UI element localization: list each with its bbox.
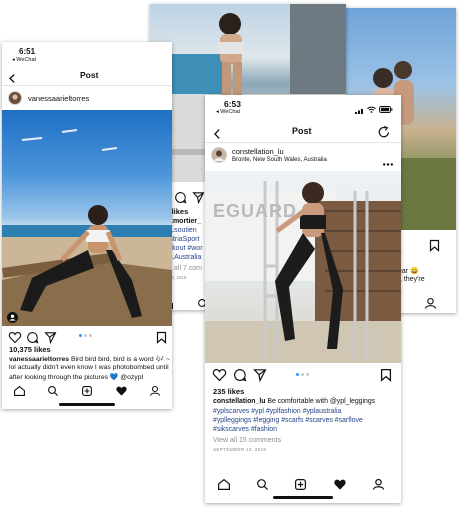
post-photo-art bbox=[205, 181, 401, 363]
new-post-icon[interactable] bbox=[82, 383, 92, 401]
bookmark-icon[interactable] bbox=[429, 238, 440, 256]
search-icon[interactable] bbox=[48, 383, 58, 401]
post-photo[interactable] bbox=[2, 110, 172, 326]
caption-line: lol actually didn't even know I was phot… bbox=[9, 364, 169, 371]
photo-sign-text: EGUARD bbox=[213, 201, 298, 221]
refresh-icon[interactable] bbox=[378, 125, 390, 143]
left-phone: 6:51 ◂ WeChat Post vanessaarieltorres 10… bbox=[2, 42, 172, 409]
caption-text: Be comfortable with @ypl_leggings bbox=[267, 398, 376, 405]
home-icon[interactable] bbox=[218, 477, 230, 495]
home-indicator bbox=[59, 403, 115, 406]
caption-text: Bird bird bird, bird is a word 🎶 ~ bbox=[70, 356, 170, 363]
comment-icon[interactable] bbox=[175, 190, 187, 208]
caption: vanessaarieltorres Bird bird bird, bird … bbox=[9, 355, 170, 363]
carousel-dots bbox=[79, 334, 92, 337]
nav-title: Post bbox=[292, 126, 312, 136]
post-username[interactable]: constellation_lu bbox=[232, 147, 284, 156]
home-indicator bbox=[273, 496, 333, 499]
likes-count: 235 likes bbox=[213, 387, 245, 396]
user-tag-icon[interactable] bbox=[7, 310, 18, 326]
comment-icon[interactable] bbox=[234, 368, 247, 386]
heart-icon[interactable] bbox=[212, 368, 227, 386]
post-username[interactable]: vanessaarieltorres bbox=[28, 94, 89, 103]
post-photo-art bbox=[2, 129, 172, 326]
front-phone: 6:53 ◂ WeChat Post constellation_lu Bron… bbox=[205, 95, 401, 503]
bookmark-icon[interactable] bbox=[380, 368, 392, 386]
post-date: SEPTEMBER 13, 2018 bbox=[213, 448, 267, 453]
nav-divider bbox=[205, 142, 401, 143]
new-post-icon[interactable] bbox=[295, 477, 307, 495]
back-to-wechat[interactable]: ◂ WeChat bbox=[216, 109, 240, 115]
share-icon[interactable] bbox=[253, 368, 267, 386]
carousel-dots bbox=[296, 373, 309, 376]
view-comments-link[interactable]: View all 15 comments bbox=[213, 437, 281, 444]
likes-count: 10,375 likes bbox=[9, 345, 51, 354]
caption-hashtags: #sikscarves #fashion bbox=[213, 426, 277, 433]
profile-icon[interactable] bbox=[372, 477, 385, 495]
caption-username[interactable]: constellation_lu bbox=[213, 398, 265, 405]
caption-hashtags: #yplleggings #legging #scarfs #scarves #… bbox=[213, 417, 363, 424]
nav-title: Post bbox=[80, 70, 99, 80]
post-photo[interactable]: EGUARD bbox=[205, 171, 401, 363]
profile-icon[interactable] bbox=[424, 296, 437, 313]
wifi-icon bbox=[367, 100, 376, 118]
caption-username[interactable]: vanessaarieltorres bbox=[9, 356, 69, 363]
battery-icon bbox=[379, 100, 393, 118]
status-time: 6:53 bbox=[224, 99, 242, 109]
caption-hashtags: #yplscarves #ypl #yplfashion #yplaustral… bbox=[213, 408, 342, 415]
comment-fragment: t, they're bbox=[398, 276, 425, 283]
profile-icon[interactable] bbox=[149, 383, 161, 401]
caption: constellation_lu Be comfortable with @yp… bbox=[213, 398, 375, 405]
comment-fragment: ear 😄 bbox=[398, 268, 419, 275]
search-icon[interactable] bbox=[257, 477, 269, 495]
nav-divider bbox=[2, 85, 172, 86]
status-time: 6:51 bbox=[19, 47, 36, 56]
caption-line: after looking through the pictures 💙 @oz… bbox=[9, 374, 143, 381]
signal-icon bbox=[355, 101, 365, 119]
activity-heart-icon[interactable] bbox=[116, 383, 127, 401]
home-icon[interactable] bbox=[14, 383, 25, 401]
post-location[interactable]: Bronte, New South Wales, Australia bbox=[232, 157, 327, 163]
back-to-wechat[interactable]: ◂ WeChat bbox=[12, 57, 36, 63]
activity-heart-icon[interactable] bbox=[334, 477, 346, 495]
bookmark-icon[interactable] bbox=[156, 330, 167, 348]
avatar[interactable] bbox=[211, 147, 227, 168]
more-options-icon[interactable] bbox=[383, 153, 393, 171]
share-icon[interactable] bbox=[192, 190, 205, 208]
avatar[interactable] bbox=[8, 91, 22, 110]
